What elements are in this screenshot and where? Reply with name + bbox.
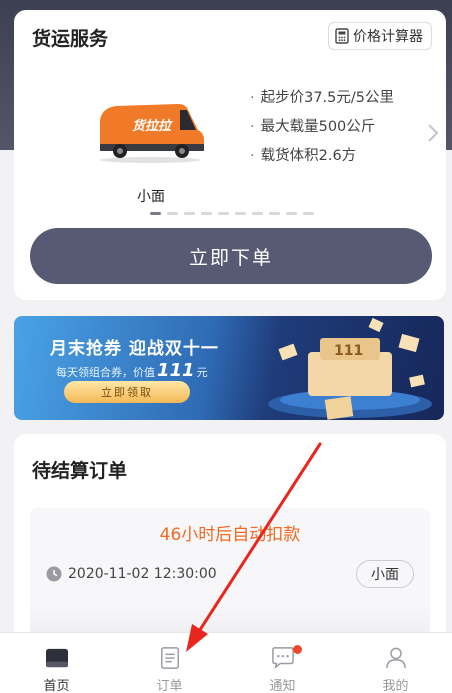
banner-subtitle-text: 每天领组合券，价值 [56,366,155,379]
spec-volume: 载货体积2.6方 [260,148,357,164]
promo-banner[interactable]: 月末抢券 迎战双十一 每天领组合券，价值 111 元 立即领取 111 [14,316,444,420]
freight-service-card: 货运服务 价格计算器 货拉拉 小面 · 起步价37.5元/5公里 · 最大载量500… [14,10,446,300]
chevron-right-icon[interactable] [426,122,440,144]
vehicle-specs: · 起步价37.5元/5公里 · 最大载量500公斤 · 载货体积2.6方 [250,88,394,175]
carousel-dot[interactable] [252,212,263,215]
tab-orders-label: 订单 [156,679,183,693]
carousel-dot[interactable] [150,212,161,215]
order-now-button[interactable]: 立即下单 [30,228,432,284]
banner-art-number: 111 [334,343,363,359]
order-time-text: 2020-11-02 12:30:00 [68,566,217,582]
spec-max-load: 最大载量500公斤 [260,119,376,135]
order-time: 2020-11-02 12:30:00 [46,566,217,582]
spec-item: · 载货体积2.6方 [250,146,394,175]
banner-title: 月末抢券 迎战双十一 [50,339,219,359]
bottom-tab-bar: 首页 订单 通知 我的 [0,632,452,693]
van-image[interactable]: 货拉拉 [94,100,206,164]
tab-home[interactable]: 首页 [17,633,97,693]
freight-title: 货运服务 [32,28,109,50]
notification-badge [292,645,302,654]
order-list-icon [160,647,179,669]
carousel-dot[interactable] [269,212,280,215]
tab-orders[interactable]: 订单 [130,633,210,693]
banner-amount: 111 [157,360,195,381]
spec-item: · 起步价37.5元/5公里 [250,88,394,117]
carousel-indicator [150,212,314,215]
clock-icon [46,566,62,582]
spec-starting-price: 起步价37.5元/5公里 [260,90,395,106]
pending-order-item[interactable]: 46小时后自动扣款 2020-11-02 12:30:00 小面 [30,508,430,648]
carousel-dot[interactable] [201,212,212,215]
coupon-illustration: 111 [268,317,432,420]
tab-profile[interactable]: 我的 [356,633,436,693]
van-brand-text: 货拉拉 [132,118,173,134]
carousel-dot[interactable] [167,212,178,215]
pending-orders-card: 待结算订单 46小时后自动扣款 2020-11-02 12:30:00 小面 [14,434,446,654]
carousel-dot[interactable] [218,212,229,215]
spec-item: · 最大载量500公斤 [250,117,394,146]
claim-coupon-button[interactable]: 立即领取 [64,381,190,403]
banner-subtitle: 每天领组合券，价值 111 元 [56,360,208,381]
calculator-icon [335,28,349,44]
message-icon [271,647,294,669]
vehicle-name: 小面 [137,189,165,205]
tab-notifications[interactable]: 通知 [243,633,323,693]
price-calculator-button[interactable]: 价格计算器 [328,22,432,50]
auto-deduct-countdown: 46小时后自动扣款 [159,525,301,545]
price-calculator-label: 价格计算器 [353,29,423,45]
tab-home-label: 首页 [43,679,70,693]
tab-notifications-label: 通知 [269,679,296,693]
home-icon [45,648,68,668]
carousel-dot[interactable] [286,212,297,215]
pending-orders-title: 待结算订单 [32,460,128,482]
tab-profile-label: 我的 [382,679,409,693]
carousel-dot[interactable] [235,212,246,215]
profile-icon [385,647,406,669]
vehicle-type-tag: 小面 [356,560,414,588]
carousel-dot[interactable] [303,212,314,215]
banner-unit: 元 [196,366,208,379]
carousel-dot[interactable] [184,212,195,215]
